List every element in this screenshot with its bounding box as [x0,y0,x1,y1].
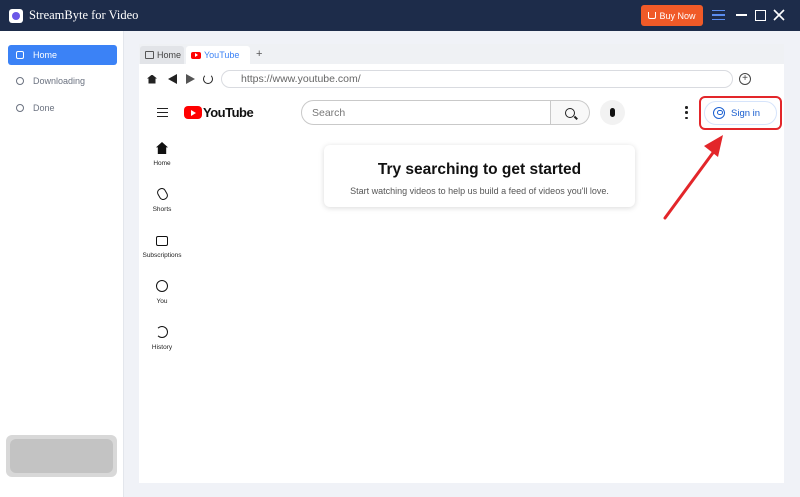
youtube-nav-label: History [151,344,173,351]
sidebar-item-done[interactable]: Done [8,98,117,118]
title-bar: StreamByte for Video Buy Now [0,0,800,31]
sidebar-bottom-panel [6,435,117,477]
app-title: StreamByte for Video [29,8,139,22]
youtube-menu-icon[interactable] [157,108,168,117]
buy-now-label: Buy Now [659,10,696,21]
browser-panel: Home YouTube + https://www.youtube.com/ … [139,44,784,483]
forward-icon [185,74,195,84]
tab-label: YouTube [204,50,240,60]
new-tab-button[interactable]: + [256,48,262,60]
voice-search-button[interactable] [600,100,625,125]
sidebar-item-label: Downloading [33,76,86,86]
history-icon [156,326,168,338]
youtube-nav-history[interactable]: History [139,326,185,362]
home-icon [156,142,168,154]
youtube-nav-label: Shorts [152,206,172,213]
youtube-nav-you[interactable]: You [139,280,185,316]
youtube-nav-subscriptions[interactable]: Subscriptions [139,234,185,270]
buy-now-button[interactable]: Buy Now [641,5,703,26]
left-sidebar: Home Downloading Done [0,31,124,497]
minimize-icon[interactable] [733,7,749,23]
empty-feed-title: Try searching to get started [377,161,582,178]
tab-home[interactable]: Home [140,46,184,64]
cart-icon [648,12,657,19]
empty-feed-subtitle: Start watching videos to help us build a… [350,186,609,196]
more-options-icon[interactable] [685,106,688,119]
sidebar-item-home[interactable]: Home [8,45,117,65]
youtube-icon [191,51,201,59]
sidebar-bottom-button[interactable] [10,439,113,473]
youtube-nav-label: You [156,298,168,305]
maximize-icon[interactable] [752,7,768,23]
search-icon [565,107,575,118]
sidebar-item-downloading[interactable]: Downloading [8,71,117,91]
back-icon [167,74,177,84]
close-icon[interactable] [771,7,787,23]
check-circle-icon [16,104,24,112]
menu-icon[interactable] [710,7,726,23]
youtube-logo[interactable]: YouTube [184,105,254,120]
home-icon [145,51,154,59]
youtube-search-input[interactable]: Search [301,100,551,125]
home-button[interactable] [146,73,158,85]
navigation-bar: https://www.youtube.com/ + [139,64,784,94]
youtube-logo-text: YouTube [203,105,254,120]
youtube-nav-shorts[interactable]: Shorts [139,186,185,224]
app-logo-icon [9,8,23,23]
shorts-icon [155,186,169,202]
home-icon [16,51,24,59]
youtube-logo-icon [184,106,202,119]
add-bookmark-icon[interactable]: + [739,73,751,85]
youtube-search-button[interactable] [551,100,590,125]
sidebar-item-label: Done [33,103,55,113]
forward-button[interactable] [184,73,196,85]
youtube-nav-home[interactable]: Home [139,142,185,178]
tab-label: Home [157,50,182,60]
download-icon [16,77,24,85]
microphone-icon [610,108,615,117]
youtube-nav-label: Subscriptions [142,252,182,259]
home-icon [147,74,157,84]
empty-feed-card: Try searching to get started Start watch… [324,145,635,207]
subscriptions-icon [156,236,168,246]
url-input[interactable]: https://www.youtube.com/ [221,70,733,88]
reload-icon [203,74,213,84]
reload-button[interactable] [202,73,214,85]
youtube-nav-label: Home [153,160,171,167]
tab-strip: Home YouTube + [139,44,784,64]
sidebar-item-label: Home [33,50,58,60]
annotation-highlight-box [699,96,782,130]
you-icon [156,280,168,292]
back-button[interactable] [166,73,178,85]
tab-youtube[interactable]: YouTube [186,46,250,64]
